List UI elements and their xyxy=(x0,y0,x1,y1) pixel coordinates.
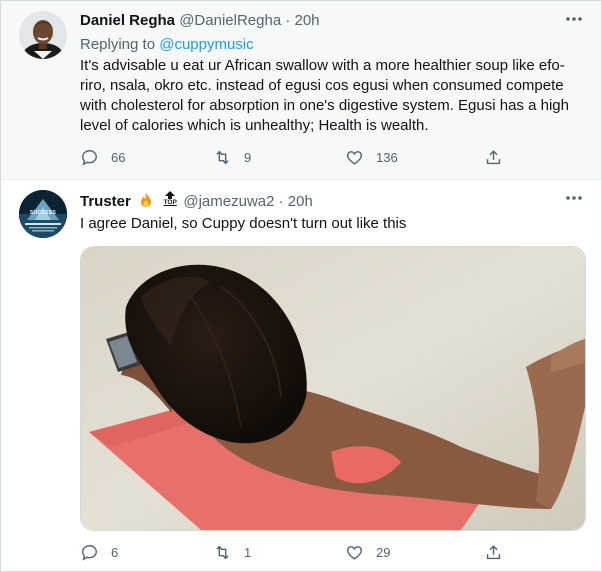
avatar-truster[interactable]: SUCCESS xyxy=(19,190,67,238)
fire-emoji-icon xyxy=(138,192,154,208)
more-icon[interactable] xyxy=(563,13,585,29)
like-icon xyxy=(346,150,363,165)
retweet-button[interactable]: 1 xyxy=(213,542,251,562)
tweet-header: Daniel Regha @DanielRegha · 20h xyxy=(80,11,320,31)
retweet-button[interactable]: 9 xyxy=(213,147,251,167)
like-count: 136 xyxy=(376,149,398,165)
reply-button[interactable]: 66 xyxy=(80,147,125,167)
tweet-text: It's advisable u eat ur African swallow … xyxy=(80,57,569,134)
top-arrow-icon: TOP xyxy=(161,190,179,206)
handle-and-time[interactable]: @jamezuwa2 · 20h xyxy=(183,193,312,210)
share-button[interactable] xyxy=(484,542,515,562)
reply-button[interactable]: 6 xyxy=(80,542,118,562)
mention-link[interactable]: @cuppymusic xyxy=(159,36,253,53)
tweet-photo[interactable] xyxy=(80,246,586,531)
share-icon xyxy=(486,149,501,164)
like-icon xyxy=(346,545,363,560)
like-count: 29 xyxy=(376,544,391,560)
reply-count: 66 xyxy=(111,149,126,165)
retweet-count: 9 xyxy=(244,149,252,165)
reply-count: 6 xyxy=(111,544,119,560)
share-icon xyxy=(486,544,501,559)
tweet-header: Truster TOP @jamezuwa2 · 20h xyxy=(80,190,313,212)
display-name[interactable]: Truster xyxy=(80,193,131,210)
reply-icon xyxy=(82,544,97,561)
timeline: Daniel Regha @DanielRegha · 20h Replying… xyxy=(0,0,602,572)
tweet-actions: 66 9 136 xyxy=(80,147,510,171)
tweet-truster[interactable]: SUCCESS Truster TOP @jamezuwa2 · 20h I a… xyxy=(1,180,601,571)
handle-and-time[interactable]: @DanielRegha · 20h xyxy=(179,12,319,29)
replying-prefix: Replying to xyxy=(80,36,156,53)
tweet-daniel[interactable]: Daniel Regha @DanielRegha · 20h Replying… xyxy=(1,1,601,180)
photo-image xyxy=(81,247,585,530)
retweet-icon xyxy=(216,150,229,164)
top-badge-text: TOP xyxy=(163,199,177,206)
retweet-icon xyxy=(216,545,229,559)
tweet-actions: 6 1 29 xyxy=(80,542,510,566)
share-button[interactable] xyxy=(484,147,515,167)
tweet-text: I agree Daniel, so Cuppy doesn't turn ou… xyxy=(80,215,407,232)
like-button[interactable]: 29 xyxy=(345,542,390,562)
like-button[interactable]: 136 xyxy=(345,147,398,167)
reply-icon xyxy=(82,149,97,166)
more-icon[interactable] xyxy=(563,192,585,208)
display-name[interactable]: Daniel Regha xyxy=(80,12,175,29)
retweet-count: 1 xyxy=(244,544,252,560)
replying-to: Replying to @cuppymusic xyxy=(80,35,254,55)
avatar-text: SUCCESS xyxy=(29,210,57,216)
avatar-daniel[interactable] xyxy=(19,11,67,59)
